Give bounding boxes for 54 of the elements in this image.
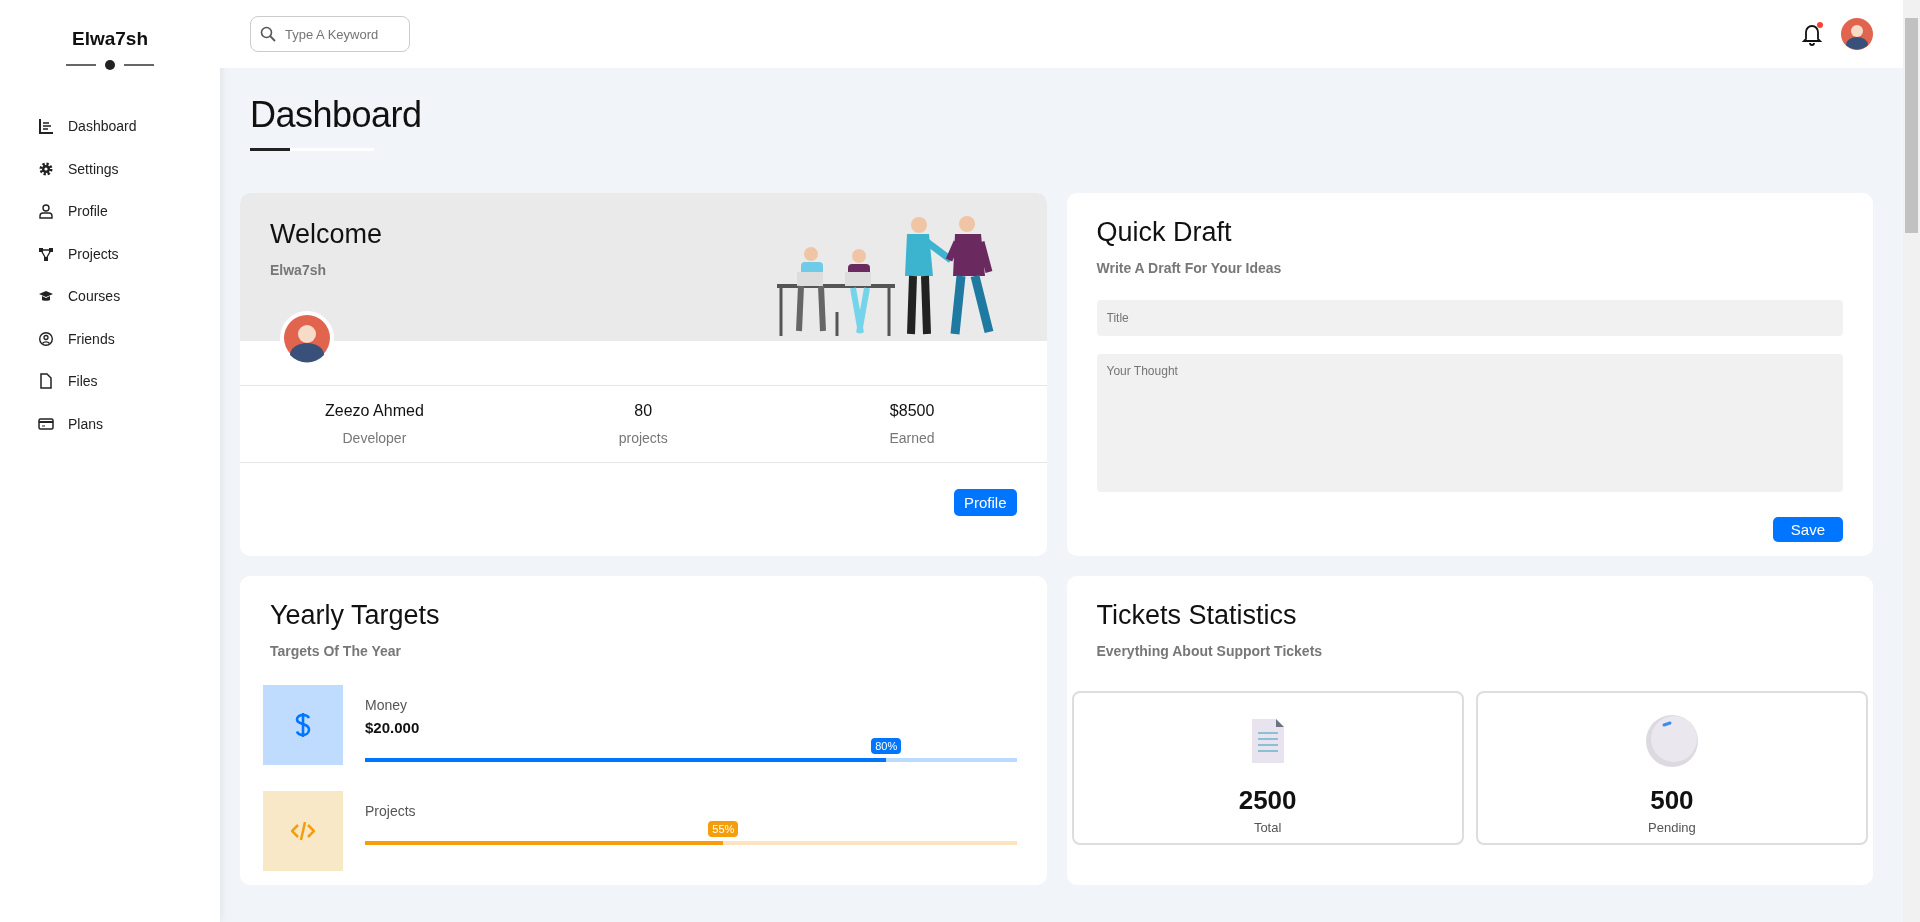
- scrollbar[interactable]: [1903, 0, 1920, 922]
- notification-button[interactable]: [1801, 22, 1823, 46]
- brand-name: Elwa7sh: [71, 28, 148, 50]
- card-title: Yearly Targets: [270, 600, 441, 631]
- card-subtitle: Targets Of The Year: [270, 643, 402, 659]
- ticket-count: 500: [1650, 785, 1694, 816]
- thought-field[interactable]: Your Thought: [1096, 354, 1843, 492]
- search-field[interactable]: Type A Keyword: [250, 16, 410, 52]
- ticket-count: 2500: [1238, 785, 1297, 816]
- user-icon: [38, 203, 54, 220]
- user-circle-icon: [38, 330, 54, 347]
- file-icon: [38, 373, 54, 390]
- target-value: $20.000: [365, 719, 421, 736]
- avatar[interactable]: [1841, 18, 1873, 50]
- card-subtitle: Write A Draft For Your Ideas: [1096, 260, 1283, 276]
- ticket-label: Pending: [1648, 820, 1696, 835]
- sidebar-item[interactable]: Settings: [38, 148, 119, 189]
- code-icon: [291, 821, 315, 841]
- target-label: Projects: [365, 803, 417, 819]
- welcome-title: Welcome: [270, 219, 383, 250]
- user-name: Elwa7sh: [270, 262, 328, 278]
- credit-card-icon: [38, 415, 54, 432]
- sphere-icon: [1645, 715, 1698, 767]
- ticket-label: Total: [1253, 820, 1282, 835]
- nodes-icon: [38, 245, 54, 262]
- stat-label: Developer: [342, 430, 407, 446]
- profile-button[interactable]: Profile: [953, 489, 1017, 516]
- card-subtitle: Everything About Support Tickets: [1096, 643, 1324, 659]
- page-title: Dashboard: [250, 94, 423, 136]
- save-button[interactable]: Save: [1772, 517, 1843, 542]
- bell-icon: [1801, 22, 1823, 46]
- target-label: Money: [365, 697, 409, 713]
- sidebar-item[interactable]: Profile: [38, 191, 108, 232]
- divider-dot-icon: [66, 60, 154, 70]
- percent-badge: 55%: [708, 821, 739, 837]
- sidebar-item[interactable]: Projects: [38, 233, 119, 274]
- sidebar-item[interactable]: Dashboard: [38, 106, 137, 147]
- avatar: [280, 311, 334, 365]
- sidebar-item[interactable]: Courses: [38, 276, 121, 317]
- stat-value: 80: [634, 402, 653, 420]
- sidebar-item[interactable]: Plans: [38, 403, 104, 444]
- title-field[interactable]: Title: [1096, 300, 1843, 336]
- sidebar-item[interactable]: Files: [38, 361, 98, 402]
- sidebar-item[interactable]: Friends: [38, 318, 115, 359]
- stat-value: Zeezo Ahmed: [325, 402, 424, 420]
- percent-badge: 80%: [871, 738, 902, 754]
- chart-icon: [38, 118, 54, 135]
- stat-label: Earned: [889, 430, 935, 446]
- dollar-icon: [295, 712, 311, 738]
- gear-icon: [38, 160, 54, 177]
- card-title: Tickets Statistics: [1096, 600, 1298, 631]
- stat-label: projects: [618, 430, 668, 446]
- stat-value: $8500: [889, 402, 935, 420]
- card-title: Quick Draft: [1096, 217, 1233, 248]
